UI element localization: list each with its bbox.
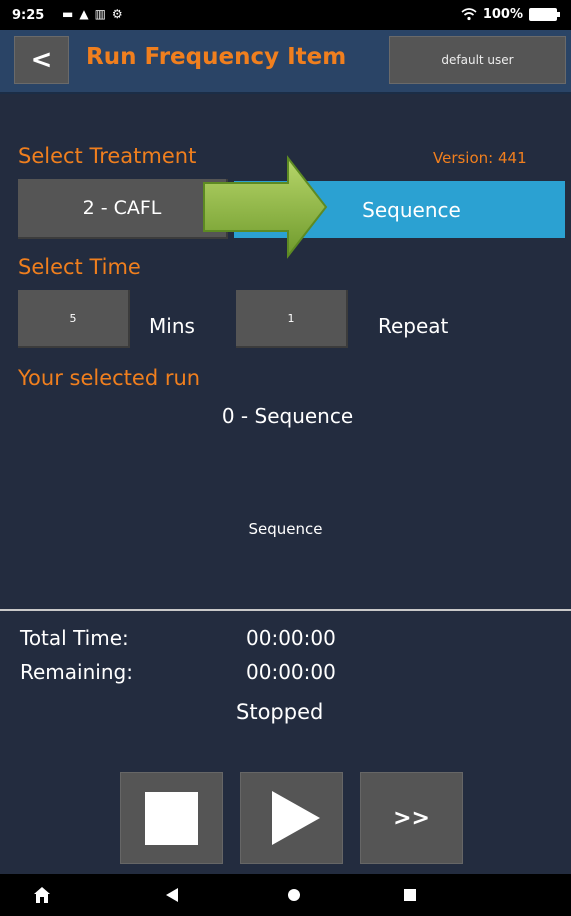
notification-icons: ▬ ▲ ▥ ⚙ [62,7,123,21]
home-circle-icon[interactable] [282,874,306,916]
settings-icon: ⚙ [111,7,123,21]
remaining-label: Remaining: [20,660,133,684]
green-arrow-icon [203,155,328,259]
status-bar: 9:25 ▬ ▲ ▥ ⚙ 100% [0,0,571,30]
divider [0,609,571,611]
stop-button[interactable] [120,772,223,864]
repeat-label: Repeat [378,314,449,338]
play-button[interactable] [240,772,343,864]
mins-label: Mins [149,314,195,338]
stop-icon [145,791,198,845]
total-time-value: 00:00:00 [246,626,336,650]
battery-percent: 100% [482,7,523,22]
total-time-label: Total Time: [20,626,129,650]
remaining-value: 00:00:00 [246,660,336,684]
repeat-value-button[interactable]: 1 [236,290,348,348]
recents-square-icon[interactable] [398,874,422,916]
mins-value-button[interactable]: 5 [18,290,130,348]
image-icon: ▬ [62,7,74,21]
selected-run-label: Your selected run [18,366,201,390]
app-header: < Run Frequency Item default user [0,30,571,94]
status-time: 9:25 [12,8,45,23]
run-state: Stopped [236,700,324,724]
page-title: Run Frequency Item [86,44,347,70]
user-button[interactable]: default user [389,36,566,84]
version-label: Version: 441 [433,149,527,167]
home-icon[interactable] [28,874,56,916]
selected-run-name: 0 - Sequence [221,404,354,428]
fast-forward-button[interactable]: >> [360,772,463,864]
system-nav-bar [0,874,571,916]
wifi-icon [461,8,477,21]
book-icon: ▥ [94,7,106,21]
warning-icon: ▲ [79,7,89,21]
battery-icon [529,8,560,21]
back-triangle-icon[interactable] [160,874,184,916]
play-icon [271,791,320,845]
select-treatment-label: Select Treatment [18,144,197,168]
fast-forward-label: >> [393,805,430,831]
treatment-selector-button[interactable]: 2 - CAFL [18,179,228,239]
back-button[interactable]: < [14,36,69,84]
selected-run-detail: Sequence [248,520,323,538]
status-right: 100% [461,7,560,22]
select-time-label: Select Time [18,255,141,279]
